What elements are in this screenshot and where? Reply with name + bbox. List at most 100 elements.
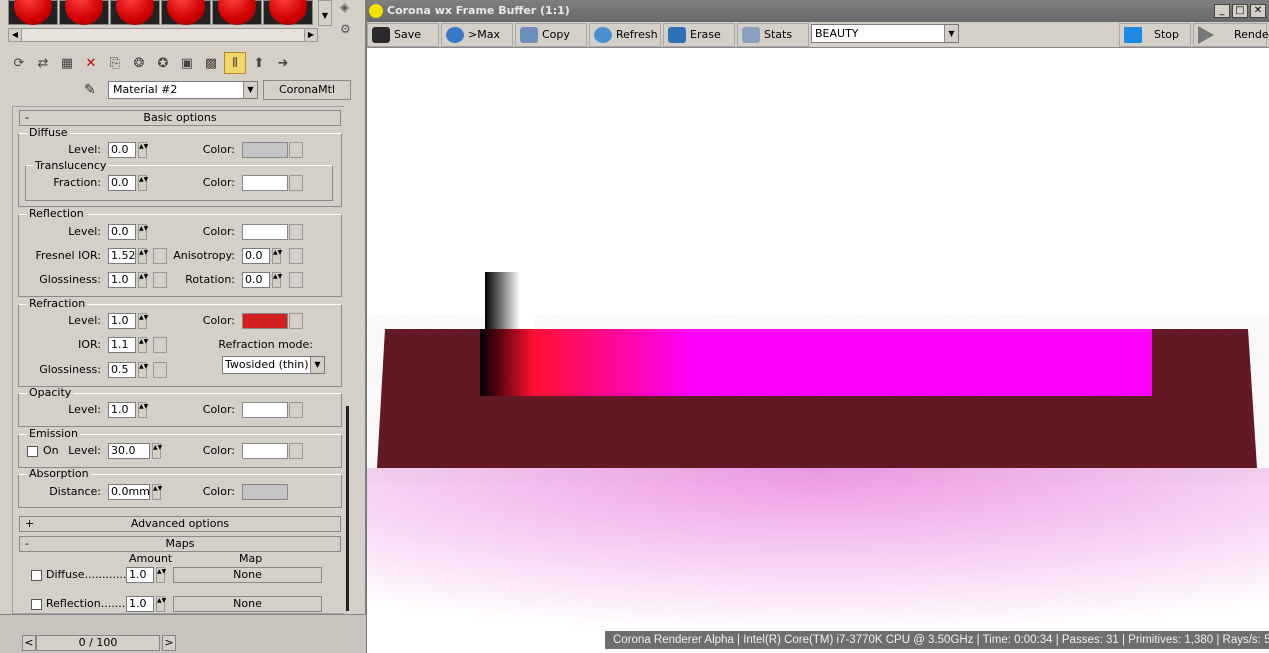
save-button[interactable]: Save bbox=[367, 23, 439, 47]
emission-on-checkbox[interactable] bbox=[27, 446, 38, 457]
refraction-ior-input[interactable]: 1.1 bbox=[108, 337, 136, 353]
show-map-in-viewport-icon[interactable]: ▩ bbox=[200, 52, 222, 74]
reset-map-icon[interactable]: ✕ bbox=[80, 52, 102, 74]
sample-slot[interactable] bbox=[212, 0, 262, 25]
refraction-mode-select[interactable]: Twosided (thin) ▼ bbox=[222, 356, 325, 374]
emission-map-slot[interactable] bbox=[289, 443, 303, 459]
spinner[interactable]: ▲▼ bbox=[138, 272, 148, 288]
spinner[interactable]: ▲▼ bbox=[156, 596, 166, 612]
absorption-distance-input[interactable]: 0.0mm bbox=[108, 484, 150, 500]
spinner[interactable]: ▲▼ bbox=[152, 484, 162, 500]
go-to-parent-icon[interactable]: ⬆ bbox=[248, 52, 270, 74]
rotation-input[interactable]: 0.0 bbox=[242, 272, 270, 288]
close-button[interactable]: ✕ bbox=[1250, 4, 1266, 18]
opacity-level-input[interactable]: 1.0 bbox=[108, 402, 136, 418]
rollout-basic-options[interactable]: - Basic options bbox=[19, 110, 341, 126]
put-to-library-icon[interactable]: ✪ bbox=[152, 52, 174, 74]
emission-color-swatch[interactable] bbox=[242, 443, 288, 459]
spinner[interactable]: ▲▼ bbox=[138, 248, 148, 264]
backlight-icon[interactable]: ⚙ bbox=[340, 22, 351, 36]
map-diffuse-amount[interactable]: 1.0 bbox=[126, 567, 154, 583]
refraction-gloss-map-slot[interactable] bbox=[153, 362, 167, 378]
chevron-down-icon[interactable]: ▼ bbox=[243, 82, 257, 98]
emission-level-input[interactable]: 30.0 bbox=[108, 443, 150, 459]
render-viewport[interactable] bbox=[367, 48, 1269, 653]
sample-slot[interactable] bbox=[110, 0, 160, 25]
frame-counter[interactable]: 0 / 100 bbox=[36, 635, 160, 651]
prev-frame-button[interactable]: < bbox=[22, 635, 36, 651]
chevron-down-icon[interactable]: ▼ bbox=[310, 357, 324, 373]
scroll-right-arrow[interactable]: ▶ bbox=[304, 29, 317, 41]
eyedropper-icon[interactable]: ✎ bbox=[84, 82, 96, 98]
make-unique-icon[interactable]: ❂ bbox=[128, 52, 150, 74]
material-id-icon[interactable]: ▣ bbox=[176, 52, 198, 74]
assign-to-selection-icon[interactable]: ▦ bbox=[56, 52, 78, 74]
slots-horizontal-scrollbar[interactable]: ◀ ▶ bbox=[8, 28, 318, 42]
chevron-down-icon[interactable]: ▼ bbox=[944, 25, 958, 42]
anisotropy-input[interactable]: 0.0 bbox=[242, 248, 270, 264]
material-name-field[interactable]: Material #2 ▼ bbox=[108, 81, 258, 99]
reflection-level-input[interactable]: 0.0 bbox=[108, 224, 136, 240]
rollout-advanced-options[interactable]: + Advanced options bbox=[19, 516, 341, 532]
refraction-color-swatch[interactable] bbox=[242, 313, 288, 329]
go-forward-sibling-icon[interactable]: ➜ bbox=[272, 52, 294, 74]
stats-button[interactable]: Stats bbox=[737, 23, 809, 47]
maximize-button[interactable]: □ bbox=[1232, 4, 1248, 18]
sample-type-icon[interactable]: ◈ bbox=[340, 0, 349, 14]
spinner[interactable]: ▲▼ bbox=[156, 567, 166, 583]
stop-button[interactable]: Stop bbox=[1119, 23, 1191, 47]
spinner[interactable]: ▲▼ bbox=[138, 142, 148, 158]
refresh-button[interactable]: Refresh bbox=[589, 23, 661, 47]
map-reflection-amount[interactable]: 1.0 bbox=[126, 596, 154, 612]
get-material-icon[interactable]: ⟳ bbox=[8, 52, 30, 74]
minimize-button[interactable]: _ bbox=[1214, 4, 1230, 18]
spinner[interactable]: ▲▼ bbox=[138, 362, 148, 378]
spinner[interactable]: ▲▼ bbox=[138, 175, 148, 191]
sample-slot[interactable] bbox=[8, 0, 58, 25]
slots-scroll-down[interactable]: ▼ bbox=[318, 0, 332, 26]
opacity-map-slot[interactable] bbox=[289, 402, 303, 418]
spinner[interactable]: ▲▼ bbox=[138, 313, 148, 329]
render-channel-select[interactable]: BEAUTY ▼ bbox=[811, 24, 959, 43]
spinner[interactable]: ▲▼ bbox=[272, 272, 282, 288]
scrollbar-thumb[interactable] bbox=[346, 406, 349, 611]
diffuse-color-swatch[interactable] bbox=[242, 142, 288, 158]
reflection-map-slot[interactable] bbox=[289, 224, 303, 240]
erase-button[interactable]: Erase bbox=[663, 23, 735, 47]
spinner[interactable]: ▲▼ bbox=[138, 337, 148, 353]
sample-slot[interactable] bbox=[263, 0, 313, 25]
rotation-map-slot[interactable] bbox=[289, 272, 303, 288]
reflection-glossiness-input[interactable]: 1.0 bbox=[108, 272, 136, 288]
translucency-color-swatch[interactable] bbox=[242, 175, 288, 191]
copy-button[interactable]: Copy bbox=[515, 23, 587, 47]
spinner[interactable]: ▲▼ bbox=[152, 443, 162, 459]
scroll-left-arrow[interactable]: ◀ bbox=[9, 29, 22, 41]
spinner[interactable]: ▲▼ bbox=[138, 224, 148, 240]
rollout-maps[interactable]: - Maps bbox=[19, 536, 341, 552]
refraction-level-input[interactable]: 1.0 bbox=[108, 313, 136, 329]
map-diffuse-checkbox[interactable] bbox=[31, 570, 42, 581]
panel-scrollbar[interactable] bbox=[344, 106, 350, 614]
sample-slot[interactable] bbox=[161, 0, 211, 25]
ior-map-slot[interactable] bbox=[153, 337, 167, 353]
refraction-glossiness-input[interactable]: 0.5 bbox=[108, 362, 136, 378]
reflection-color-swatch[interactable] bbox=[242, 224, 288, 240]
max-button[interactable]: >Max bbox=[441, 23, 513, 47]
material-type-button[interactable]: CoronaMtl bbox=[263, 80, 351, 100]
map-reflection-checkbox[interactable] bbox=[31, 599, 42, 610]
map-reflection-button[interactable]: None bbox=[173, 596, 322, 612]
translucency-fraction-input[interactable]: 0.0 bbox=[108, 175, 136, 191]
refraction-map-slot[interactable] bbox=[289, 313, 303, 329]
diffuse-map-slot[interactable] bbox=[289, 142, 303, 158]
opacity-color-swatch[interactable] bbox=[242, 402, 288, 418]
sample-slot[interactable] bbox=[59, 0, 109, 25]
spinner[interactable]: ▲▼ bbox=[138, 402, 148, 418]
diffuse-level-input[interactable]: 0.0 bbox=[108, 142, 136, 158]
absorption-color-swatch[interactable] bbox=[242, 484, 288, 500]
map-diffuse-button[interactable]: None bbox=[173, 567, 322, 583]
next-frame-button[interactable]: > bbox=[162, 635, 176, 651]
fresnel-ior-input[interactable]: 1.52 bbox=[108, 248, 136, 264]
show-end-result-icon[interactable]: ⫴ bbox=[224, 52, 246, 74]
translucency-map-slot[interactable] bbox=[289, 175, 303, 191]
anisotropy-map-slot[interactable] bbox=[289, 248, 303, 264]
